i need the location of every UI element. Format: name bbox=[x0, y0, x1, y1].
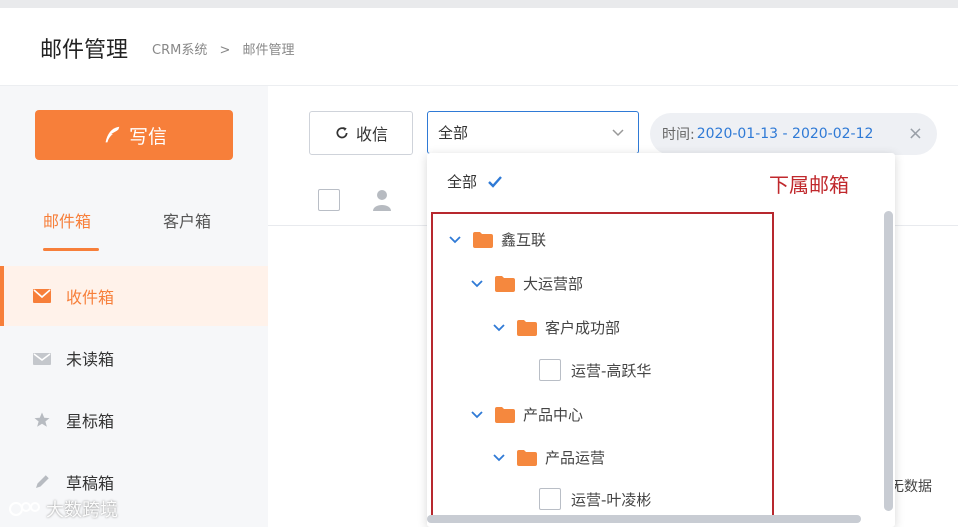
chevron-down-icon bbox=[612, 129, 624, 137]
option-all[interactable]: 全部 bbox=[447, 171, 503, 192]
chevron-down-icon[interactable] bbox=[469, 279, 485, 288]
tree-node-operations[interactable]: 大运营部 bbox=[469, 273, 583, 294]
breadcrumb-item-crm[interactable]: CRM系统 bbox=[152, 43, 207, 58]
breadcrumb-separator: > bbox=[219, 43, 231, 58]
tree-leaf-gao[interactable]: 运营-高跃华 bbox=[539, 359, 651, 381]
chevron-down-icon[interactable] bbox=[447, 235, 463, 244]
leaf-checkbox[interactable] bbox=[539, 359, 561, 381]
folder-icon bbox=[495, 406, 515, 423]
folder-inbox[interactable]: 收件箱 bbox=[0, 266, 268, 326]
check-icon bbox=[488, 175, 502, 188]
watermark: 大数跨境 bbox=[8, 496, 118, 522]
close-icon[interactable]: × bbox=[908, 123, 923, 144]
compose-label: 写信 bbox=[128, 125, 167, 148]
tree-node-xinhulian[interactable]: 鑫互联 bbox=[447, 229, 546, 250]
breadcrumb: CRM系统 > 邮件管理 bbox=[152, 39, 303, 58]
select-value: 全部 bbox=[438, 124, 469, 142]
option-all-label: 全部 bbox=[447, 173, 478, 191]
leaf-checkbox[interactable] bbox=[539, 488, 561, 510]
active-tab-indicator bbox=[43, 248, 99, 251]
tree-node-label: 客户成功部 bbox=[545, 319, 621, 337]
refresh-label: 收信 bbox=[355, 125, 388, 144]
compose-button[interactable]: 写信 bbox=[35, 110, 233, 160]
user-icon bbox=[373, 190, 391, 211]
tab-mailbox[interactable]: 邮件箱 bbox=[43, 208, 91, 232]
star-icon bbox=[32, 410, 52, 430]
unread-envelope-icon bbox=[32, 348, 52, 368]
folder-icon bbox=[473, 231, 493, 248]
subordinate-mailbox-annotation: 下属邮箱 bbox=[769, 173, 849, 197]
tree-leaf-label: 运营-叶凌彬 bbox=[571, 490, 652, 509]
watermark-text: 大数跨境 bbox=[46, 500, 118, 521]
folder-label: 收件箱 bbox=[66, 288, 115, 307]
feather-icon bbox=[105, 126, 120, 143]
chevron-down-icon[interactable] bbox=[491, 323, 507, 332]
subordinate-tree: 鑫互联 大运营部 客户成功部 运营-高跃华 产品中心 产品运营 运营-叶凌彬 bbox=[431, 212, 774, 518]
tree-node-product-ops[interactable]: 产品运营 bbox=[491, 447, 605, 468]
folder-unread[interactable]: 未读箱 bbox=[0, 328, 268, 388]
envelope-icon bbox=[32, 286, 52, 306]
tree-node-label: 产品运营 bbox=[545, 449, 606, 467]
vertical-scrollbar[interactable] bbox=[884, 211, 893, 511]
folder-label: 草稿箱 bbox=[66, 474, 115, 493]
folder-label: 未读箱 bbox=[66, 350, 115, 369]
folder-icon bbox=[517, 319, 537, 336]
page-header: 邮件管理 CRM系统 > 邮件管理 bbox=[0, 8, 958, 86]
watermark-logo bbox=[9, 502, 40, 516]
tab-customer-box[interactable]: 客户箱 bbox=[163, 208, 211, 232]
sidebar: 写信 邮件箱 客户箱 收件箱 未读箱 星标箱 草稿箱 bbox=[0, 86, 268, 527]
horizontal-scrollbar[interactable] bbox=[427, 515, 861, 523]
tree-leaf-label: 运营-高跃华 bbox=[571, 361, 652, 380]
date-prefix: 时间: bbox=[662, 127, 695, 143]
chevron-down-icon[interactable] bbox=[491, 453, 507, 462]
page-title: 邮件管理 bbox=[40, 38, 129, 63]
folder-starred[interactable]: 星标箱 bbox=[0, 390, 268, 450]
folder-icon bbox=[517, 449, 537, 466]
date-range: 2020-01-13 - 2020-02-12 bbox=[696, 126, 874, 142]
mailbox-select[interactable]: 全部 bbox=[427, 111, 639, 154]
refresh-icon bbox=[336, 127, 348, 139]
chevron-down-icon[interactable] bbox=[469, 410, 485, 419]
tree-node-label: 产品中心 bbox=[523, 406, 584, 424]
tree-node-label: 大运营部 bbox=[523, 275, 584, 293]
tree-node-label: 鑫互联 bbox=[501, 231, 547, 249]
refresh-button[interactable]: 收信 bbox=[309, 111, 413, 155]
top-strip bbox=[0, 0, 958, 8]
folder-label: 星标箱 bbox=[66, 412, 115, 431]
mailbox-dropdown: 全部 下属邮箱 鑫互联 大运营部 客户成功部 运营-高跃华 产品中心 产品运营 … bbox=[427, 153, 895, 527]
tree-leaf-ye[interactable]: 运营-叶凌彬 bbox=[539, 488, 651, 510]
breadcrumb-item-mail: 邮件管理 bbox=[242, 43, 295, 58]
empty-text: 无数据 bbox=[890, 479, 932, 495]
date-filter-chip[interactable]: 时间: 2020-01-13 - 2020-02-12 × bbox=[650, 113, 937, 155]
tree-node-customer-success[interactable]: 客户成功部 bbox=[491, 317, 620, 338]
tree-node-product-center[interactable]: 产品中心 bbox=[469, 404, 583, 425]
select-all-checkbox[interactable] bbox=[318, 189, 340, 211]
pencil-icon bbox=[32, 472, 52, 492]
folder-icon bbox=[495, 275, 515, 292]
